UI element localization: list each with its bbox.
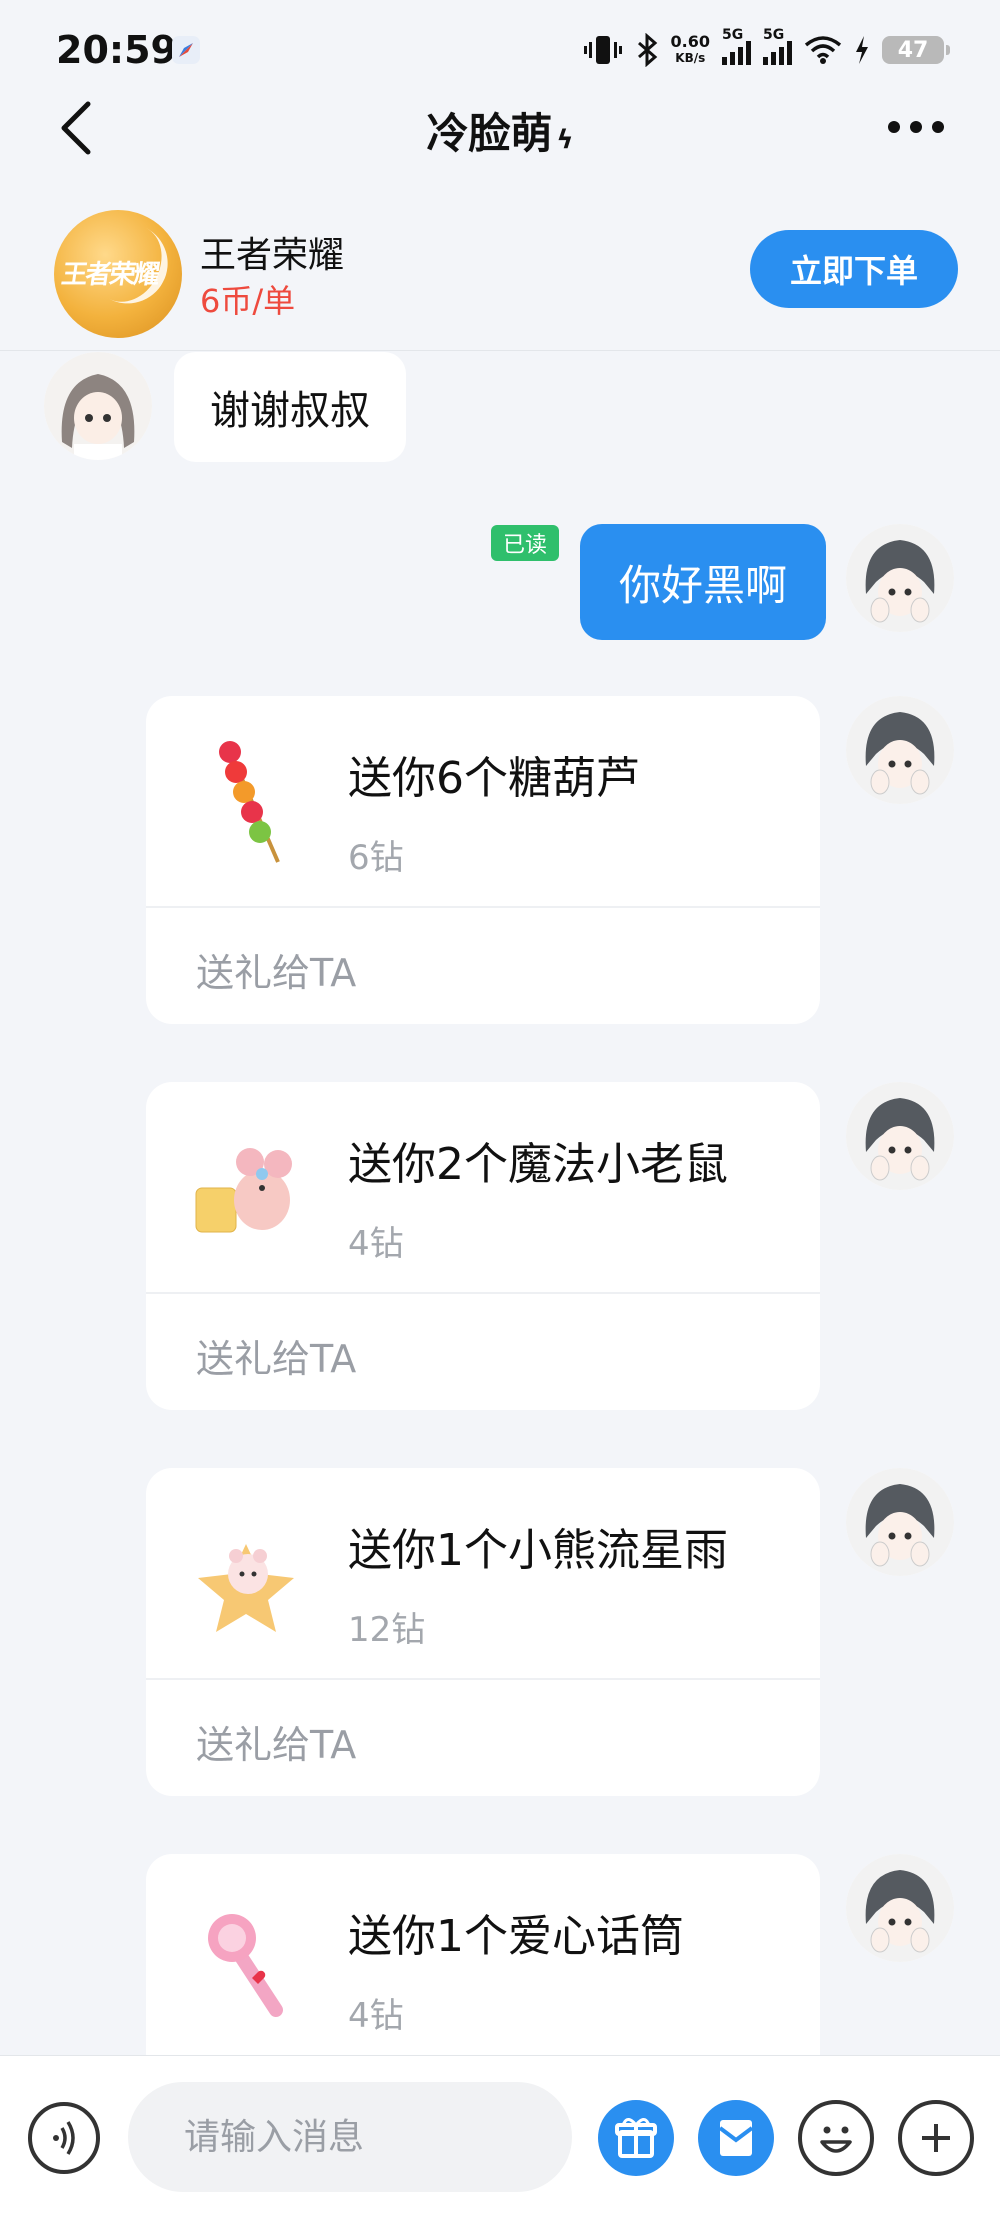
- heart-microphone-icon: [208, 1914, 283, 2017]
- avatar-self[interactable]: [846, 1082, 954, 1190]
- gift-card[interactable]: 送你2个魔法小老鼠 4钻 送礼给TA: [146, 1082, 820, 1410]
- divider: [146, 1292, 820, 1294]
- candied-haws-icon: [219, 741, 280, 863]
- chat-title: 冷脸萌 ϟ: [426, 109, 574, 158]
- order-now-button[interactable]: 立即下单: [750, 230, 958, 308]
- avatar-other[interactable]: [44, 352, 152, 460]
- gift-icon: [615, 2118, 657, 2158]
- gift-title: 送你6个糖葫芦: [348, 753, 640, 804]
- send-gift-link[interactable]: 送礼给TA: [196, 1328, 356, 1383]
- voice-button[interactable]: [28, 2102, 100, 2174]
- more-button[interactable]: [888, 110, 950, 144]
- send-gift-link[interactable]: 送礼给TA: [196, 942, 356, 997]
- compass-icon: [172, 36, 200, 64]
- signal-1-icon: 5G: [722, 27, 751, 65]
- status-time: 20:59: [56, 28, 177, 72]
- wifi-icon: [804, 36, 842, 64]
- divider: [146, 906, 820, 908]
- avatar-self[interactable]: [846, 524, 954, 632]
- gift-cost: 4钻: [348, 1224, 404, 1264]
- gift-cost: 4钻: [348, 1996, 404, 2036]
- coupon-icon: [718, 2120, 754, 2156]
- signal-2-icon: 5G: [763, 27, 792, 65]
- status-icons: 0.60 KB/s 5G 5G 47: [583, 27, 950, 70]
- divider: [146, 1678, 820, 1680]
- title-mark: ϟ: [556, 125, 574, 155]
- bear-meteor-icon: [198, 1544, 294, 1632]
- message-input[interactable]: [128, 2082, 572, 2192]
- read-badge: 已读: [491, 525, 559, 561]
- avatar-self[interactable]: [846, 1854, 954, 1962]
- avatar-self[interactable]: [846, 1468, 954, 1576]
- game-logo: 王者荣耀: [54, 210, 182, 338]
- service-price: 6币/单: [200, 282, 296, 320]
- status-bar: 20:59 0.60 KB/s 5G 5G 47: [0, 0, 1000, 100]
- gift-title: 送你1个爱心话筒: [348, 1911, 684, 1962]
- net-speed: 0.60 KB/s: [670, 32, 710, 66]
- vibrate-icon: [583, 36, 622, 64]
- smile-icon: [820, 2126, 852, 2153]
- avatar-self[interactable]: [846, 696, 954, 804]
- outgoing-message[interactable]: 你好黑啊: [580, 524, 826, 640]
- plus-icon: [922, 2124, 950, 2152]
- incoming-message[interactable]: 谢谢叔叔: [174, 352, 406, 462]
- charging-icon: [856, 36, 868, 64]
- battery-indicator: 47: [882, 36, 950, 64]
- gift-card[interactable]: 送你1个小熊流星雨 12钻 送礼给TA: [146, 1468, 820, 1796]
- gift-button[interactable]: [598, 2100, 674, 2176]
- gift-cost: 6钻: [348, 838, 404, 878]
- emoji-button[interactable]: [798, 2100, 874, 2176]
- bluetooth-icon: [637, 33, 657, 67]
- gift-title: 送你1个小熊流星雨: [348, 1525, 728, 1576]
- gift-title: 送你2个魔法小老鼠: [348, 1139, 728, 1190]
- magic-mouse-icon: [195, 1148, 292, 1233]
- send-gift-link[interactable]: 送礼给TA: [196, 1714, 356, 1769]
- coupon-button[interactable]: [698, 2100, 774, 2176]
- service-name: 王者荣耀: [200, 235, 345, 276]
- gift-card[interactable]: 送你6个糖葫芦 6钻 送礼给TA: [146, 696, 820, 1024]
- gift-cost: 12钻: [348, 1610, 426, 1650]
- more-actions-button[interactable]: [898, 2100, 974, 2176]
